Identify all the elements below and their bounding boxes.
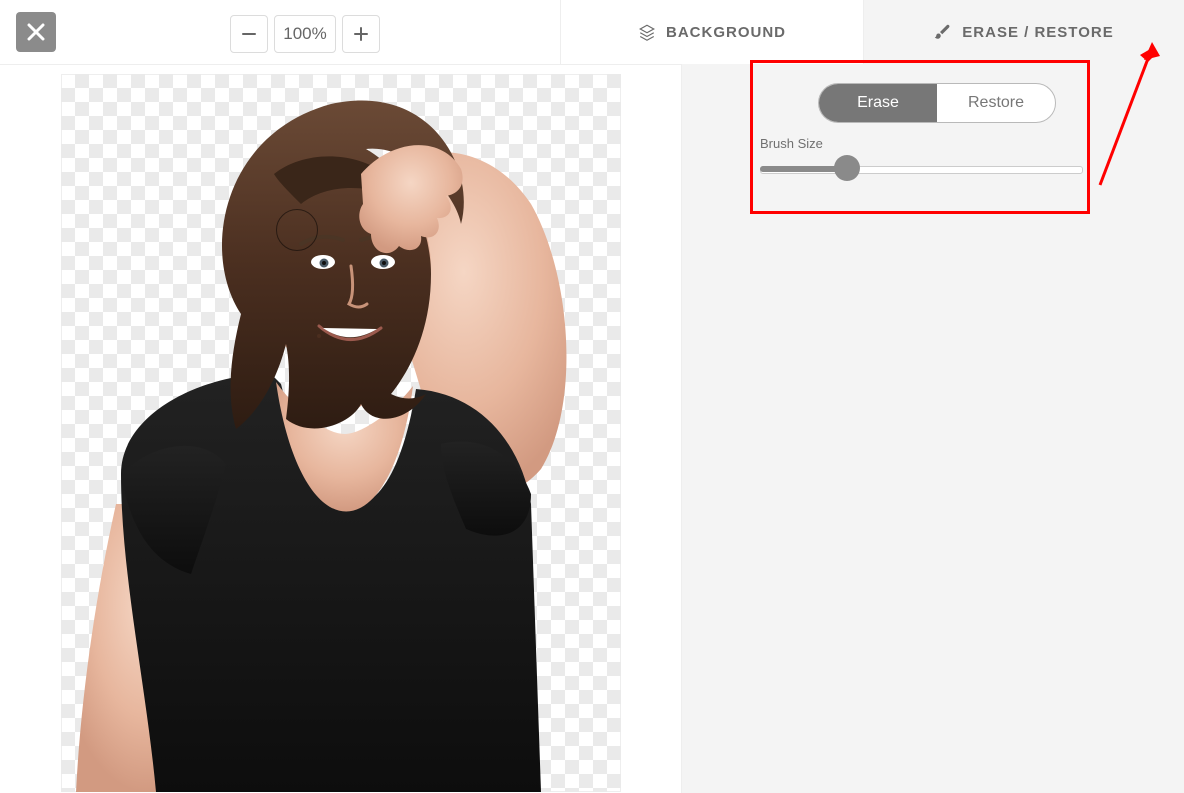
mode-restore-button[interactable]: Restore <box>937 84 1055 122</box>
minus-icon <box>241 26 257 42</box>
subject-image <box>61 74 621 792</box>
brush-size-slider[interactable] <box>760 158 1083 178</box>
brush-icon <box>934 23 952 41</box>
close-button[interactable] <box>16 12 56 52</box>
canvas-area <box>0 64 682 793</box>
tab-erase-restore-label: ERASE / RESTORE <box>962 24 1113 41</box>
mode-erase-button[interactable]: Erase <box>819 84 937 122</box>
brush-size-label: Brush Size <box>760 136 823 151</box>
zoom-in-button[interactable] <box>342 15 380 53</box>
side-tabs: BACKGROUND ERASE / RESTORE <box>560 0 1184 64</box>
layers-icon <box>638 23 656 41</box>
zoom-out-button[interactable] <box>230 15 268 53</box>
close-icon <box>27 23 45 41</box>
tab-background[interactable]: BACKGROUND <box>560 0 863 64</box>
erase-restore-toggle: Erase Restore <box>818 83 1056 123</box>
tab-erase-restore[interactable]: ERASE / RESTORE <box>863 0 1184 64</box>
tab-background-label: BACKGROUND <box>666 24 786 41</box>
zoom-controls: 100% <box>230 15 380 53</box>
canvas[interactable] <box>61 74 621 792</box>
slider-thumb[interactable] <box>834 155 860 181</box>
zoom-level[interactable]: 100% <box>274 15 336 53</box>
brush-cursor <box>276 209 318 251</box>
plus-icon <box>353 26 369 42</box>
toolbar: 100% BACKGROUND ERASE / RESTORE <box>0 0 1184 65</box>
